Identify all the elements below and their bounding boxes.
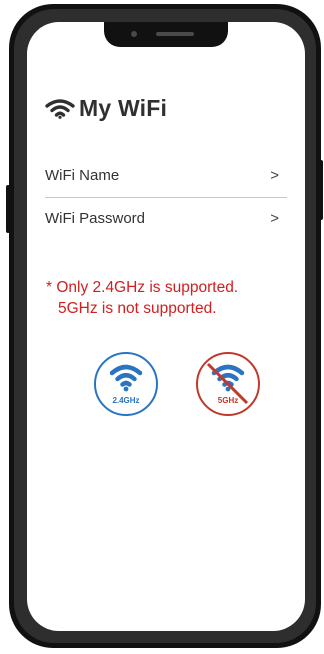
wifi-password-row[interactable]: WiFi Password > bbox=[45, 198, 283, 238]
side-button-left bbox=[6, 185, 10, 233]
chevron-right-icon: > bbox=[270, 209, 279, 227]
wifi-name-label: WiFi Name bbox=[45, 166, 120, 184]
band-support-notice: * Only 2.4GHz is supported. 5GHz is not … bbox=[46, 277, 286, 319]
camera-icon bbox=[131, 31, 137, 37]
wifi-icon bbox=[109, 364, 143, 392]
wifi-name-row[interactable]: WiFi Name > bbox=[45, 155, 283, 195]
notice-line-2: 5GHz is not supported. bbox=[58, 300, 217, 317]
chevron-right-icon: > bbox=[270, 166, 279, 184]
page-title: My WiFi bbox=[45, 95, 167, 122]
wifi-password-label: WiFi Password bbox=[45, 209, 146, 227]
speaker-grille bbox=[156, 32, 194, 36]
band-2-4ghz-badge: 2.4GHz bbox=[94, 352, 158, 416]
phone-notch bbox=[104, 22, 228, 47]
band-2-4ghz-label: 2.4GHz bbox=[112, 396, 140, 405]
side-button-right bbox=[319, 160, 323, 220]
wifi-icon bbox=[45, 98, 75, 119]
notice-line-1: * Only 2.4GHz is supported. bbox=[46, 279, 239, 296]
band-5ghz-badge: 5GHz bbox=[196, 352, 260, 416]
band-5ghz-label: 5GHz bbox=[217, 396, 239, 405]
page-title-text: My WiFi bbox=[79, 95, 168, 121]
